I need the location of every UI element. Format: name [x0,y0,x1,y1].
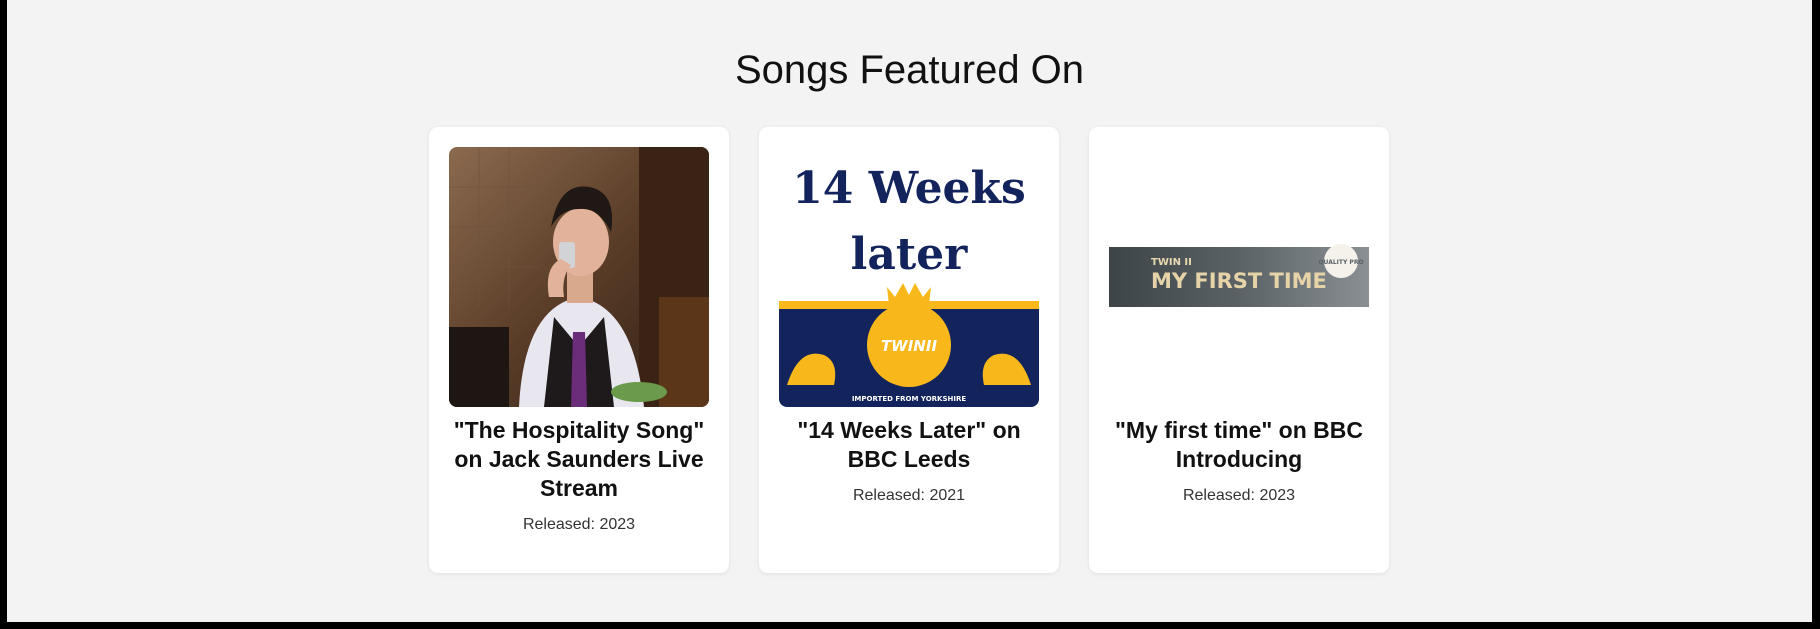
song-card[interactable]: 14 Weeks later TWINII IMPORTED FROM YORK… [759,127,1059,573]
release-year: Released: 2023 [1182,487,1296,504]
song-title[interactable]: "My first time" on BBC Introducing [1101,416,1377,474]
song-title[interactable]: "The Hospitality Song" on Jack Saunders … [441,416,717,503]
svg-text:QUALITY PRO: QUALITY PRO [1318,259,1363,266]
svg-text:14 Weeks: 14 Weeks [792,163,1026,214]
song-card[interactable]: "The Hospitality Song" on Jack Saunders … [429,127,729,573]
song-cover-image[interactable] [449,147,709,407]
my-first-time-banner: TWIN II MY FIRST TIME QUALITY PRO [1109,147,1369,407]
song-cover-image[interactable]: 14 Weeks later TWINII IMPORTED FROM YORK… [779,147,1039,407]
svg-text:IMPORTED FROM YORKSHIRE: IMPORTED FROM YORKSHIRE [852,395,967,403]
page: Songs Featured On "The Hospitality Song"… [7,0,1812,622]
svg-text:MY FIRST TIME: MY FIRST TIME [1151,269,1327,293]
release-year: Released: 2021 [852,487,966,504]
song-cover-image[interactable]: TWIN II MY FIRST TIME QUALITY PRO [1109,147,1369,407]
song-card[interactable]: TWIN II MY FIRST TIME QUALITY PRO "My fi… [1089,127,1389,573]
song-title[interactable]: "14 Weeks Later" on BBC Leeds [771,416,1047,474]
svg-text:later: later [851,229,969,280]
svg-text:TWIN II: TWIN II [1151,257,1192,268]
release-year: Released: 2023 [522,516,636,533]
man-drinking-photo [449,147,709,407]
14-weeks-later-cover: 14 Weeks later TWINII IMPORTED FROM YORK… [779,147,1039,407]
section-title: Songs Featured On [734,48,1085,92]
svg-text:TWINII: TWINII [881,337,937,355]
